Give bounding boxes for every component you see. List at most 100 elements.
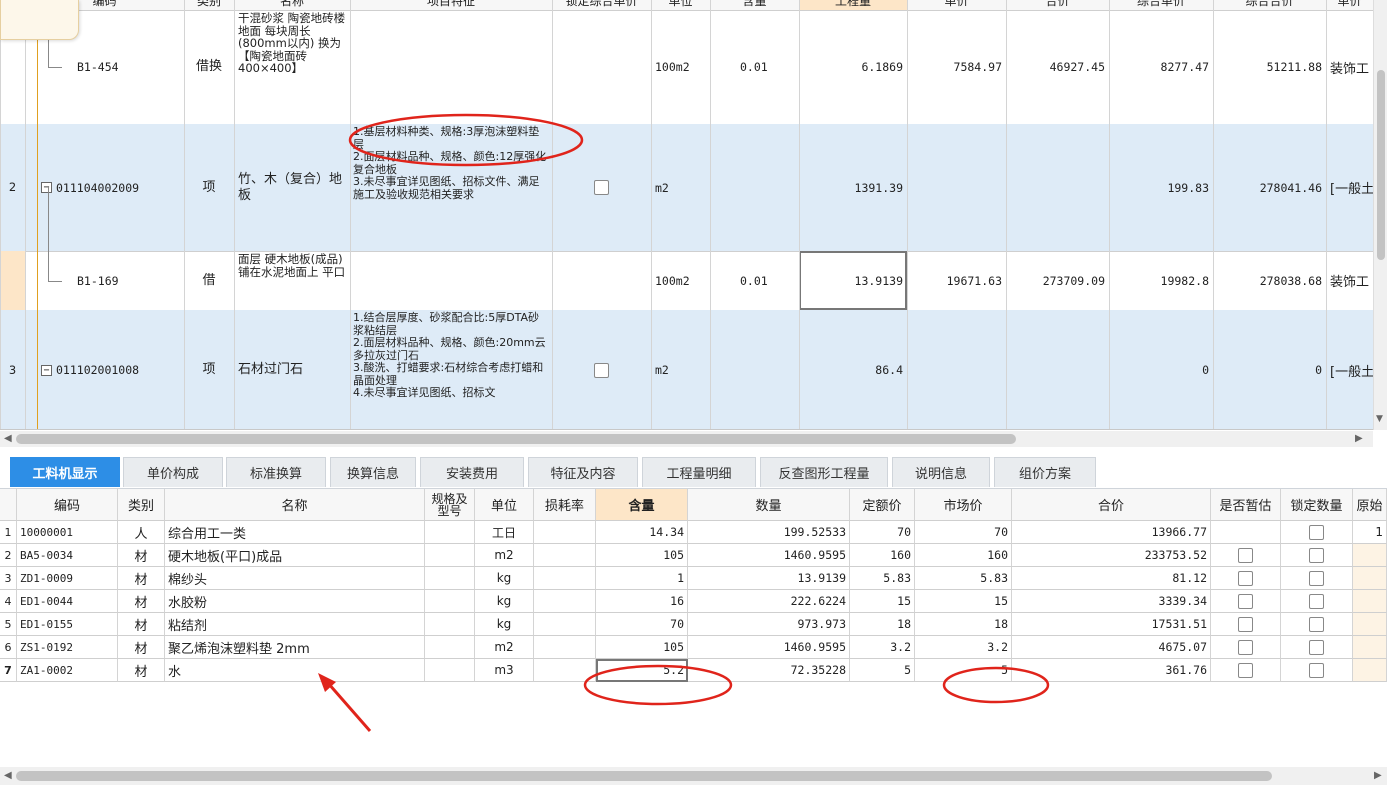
lock-quantity-checkbox[interactable]	[1309, 547, 1324, 563]
total-cell[interactable]: 46927.45	[1006, 10, 1109, 124]
top-horizontal-scrollbar[interactable]: ◀ ▶	[0, 431, 1373, 447]
column-header[interactable]: 市场价	[915, 489, 1012, 521]
name-cell[interactable]: 综合用工一类	[165, 521, 425, 544]
kind-cell[interactable]: 人	[118, 521, 165, 544]
orig-cell[interactable]	[1353, 636, 1387, 659]
tab-9[interactable]: 组价方案	[994, 457, 1096, 487]
bill-item-row[interactable]: 3−011102001008 项石材过门石 1.结合层厚度、砂浆配合比:5厚DTA砂…	[0, 310, 1373, 429]
unit-cell[interactable]: 工日	[475, 521, 534, 544]
quota-cell[interactable]: 5	[850, 659, 915, 682]
tab-2[interactable]: 标准换算	[226, 457, 326, 487]
tab-0[interactable]: 工料机显示	[10, 457, 120, 487]
comp-total-cell[interactable]: 51211.88	[1213, 10, 1326, 124]
spec-cell[interactable]	[425, 590, 475, 613]
lock-cell[interactable]	[1281, 590, 1353, 613]
estimate-checkbox[interactable]	[1238, 616, 1253, 632]
tab-6[interactable]: 工程量明细	[642, 457, 756, 487]
column-header[interactable]: 含量	[596, 489, 688, 521]
price-cell[interactable]	[907, 310, 1006, 429]
name-cell[interactable]: 水胶粉	[165, 590, 425, 613]
name-cell[interactable]: 干混砂浆 陶瓷地砖楼地面 每块周长(800mm以内) 换为【陶瓷地面砖 400×…	[234, 10, 350, 124]
est-cell[interactable]	[1211, 590, 1281, 613]
lock-cell[interactable]	[1281, 636, 1353, 659]
unit-cell[interactable]: m2	[475, 636, 534, 659]
scroll-left-arrow-icon[interactable]: ◀	[4, 433, 12, 444]
collapse-icon[interactable]: −	[41, 182, 52, 193]
total-cell[interactable]: 233753.52	[1012, 544, 1211, 567]
specialty-cell[interactable]: 装饰工	[1326, 251, 1373, 310]
content-cell[interactable]: 0.01	[710, 10, 799, 124]
lock-price-cell[interactable]	[552, 10, 651, 124]
est-cell[interactable]	[1211, 567, 1281, 590]
qty-cell[interactable]: 222.6224	[688, 590, 850, 613]
top-vertical-scrollbar[interactable]: ▼	[1373, 0, 1387, 430]
code-cell[interactable]: ED1-0044	[17, 590, 118, 613]
market-cell[interactable]: 160	[915, 544, 1012, 567]
tab-8[interactable]: 说明信息	[892, 457, 990, 487]
code-cell[interactable]: 10000001	[17, 521, 118, 544]
qty-cell[interactable]: 6.1869	[799, 10, 907, 124]
estimate-checkbox[interactable]	[1238, 662, 1253, 678]
unit-cell[interactable]: kg	[475, 590, 534, 613]
kind-cell[interactable]: 材	[118, 590, 165, 613]
scroll-left-arrow-icon[interactable]: ◀	[4, 770, 12, 781]
loss-cell[interactable]	[534, 590, 596, 613]
scroll-thumb[interactable]	[16, 434, 1016, 444]
qty-cell[interactable]: 1391.39	[799, 124, 907, 251]
spec-cell[interactable]	[425, 521, 475, 544]
orig-cell[interactable]: 1	[1353, 521, 1387, 544]
price-cell[interactable]	[907, 124, 1006, 251]
lock-quantity-checkbox[interactable]	[1309, 616, 1324, 632]
unit-cell[interactable]: kg	[475, 567, 534, 590]
total-cell[interactable]: 273709.09	[1006, 251, 1109, 310]
est-cell[interactable]	[1211, 613, 1281, 636]
qty-cell[interactable]: 72.35228	[688, 659, 850, 682]
resource-row[interactable]: 5 ED1-0155 材粘结剂 kg 70 973.973 18 18 17531.51	[0, 613, 1387, 636]
specialty-cell[interactable]: 装饰工	[1326, 10, 1373, 124]
column-header[interactable]: 定额价	[850, 489, 915, 521]
name-cell[interactable]: 粘结剂	[165, 613, 425, 636]
est-cell[interactable]	[1211, 544, 1281, 567]
code-cell[interactable]: ZD1-0009	[17, 567, 118, 590]
kind-cell[interactable]: 项	[184, 124, 234, 251]
feature-cell[interactable]: 1.基层材料种类、规格:3厚泡沫塑料垫层 2.面层材料品种、规格、颜色:12厚强…	[350, 124, 552, 251]
orig-cell[interactable]	[1353, 590, 1387, 613]
column-header[interactable]: 原始	[1353, 489, 1387, 521]
resource-row[interactable]: 1 10000001 人综合用工一类 工日 14.34 199.52533 70 70 1396…	[0, 521, 1387, 544]
unit-cell[interactable]: 100m2	[651, 10, 710, 124]
lock-quantity-checkbox[interactable]	[1309, 570, 1324, 586]
market-cell[interactable]: 5.83	[915, 567, 1012, 590]
name-cell[interactable]: 水	[165, 659, 425, 682]
lock-price-cell[interactable]	[552, 310, 651, 429]
total-cell[interactable]	[1006, 124, 1109, 251]
quota-cell[interactable]: 3.2	[850, 636, 915, 659]
specialty-cell[interactable]: [一般土	[1326, 310, 1373, 429]
scroll-thumb[interactable]	[16, 771, 1272, 781]
content-cell[interactable]: 0.01	[710, 251, 799, 310]
content-cell[interactable]: 105	[596, 544, 688, 567]
total-cell[interactable]: 4675.07	[1012, 636, 1211, 659]
market-cell[interactable]: 3.2	[915, 636, 1012, 659]
lock-price-checkbox[interactable]	[594, 362, 609, 378]
quota-sub-row[interactable]: B1-454 借换 干混砂浆 陶瓷地砖楼地面 每块周长(800mm以内) 换为【陶瓷…	[0, 10, 1373, 124]
column-header[interactable]: 类别	[118, 489, 165, 521]
spec-cell[interactable]	[425, 544, 475, 567]
market-cell[interactable]: 70	[915, 521, 1012, 544]
content-cell[interactable]	[710, 124, 799, 251]
lock-cell[interactable]	[1281, 659, 1353, 682]
column-header[interactable]: 名称	[165, 489, 425, 521]
unit-cell[interactable]: 100m2	[651, 251, 710, 310]
name-cell[interactable]: 聚乙烯泡沫塑料垫 2mm	[165, 636, 425, 659]
orig-cell[interactable]	[1353, 659, 1387, 682]
column-header[interactable]: 编码	[17, 489, 118, 521]
collapse-icon[interactable]: −	[41, 364, 52, 376]
comp-price-cell[interactable]: 199.83	[1109, 124, 1213, 251]
tab-5[interactable]: 特征及内容	[528, 457, 638, 487]
bottom-horizontal-scrollbar[interactable]: ◀ ▶	[0, 767, 1387, 785]
orig-cell[interactable]	[1353, 567, 1387, 590]
loss-cell[interactable]	[534, 544, 596, 567]
scroll-right-arrow-icon[interactable]: ▶	[1374, 770, 1382, 781]
lock-cell[interactable]	[1281, 567, 1353, 590]
unit-cell[interactable]: kg	[475, 613, 534, 636]
estimate-checkbox[interactable]	[1238, 570, 1253, 586]
